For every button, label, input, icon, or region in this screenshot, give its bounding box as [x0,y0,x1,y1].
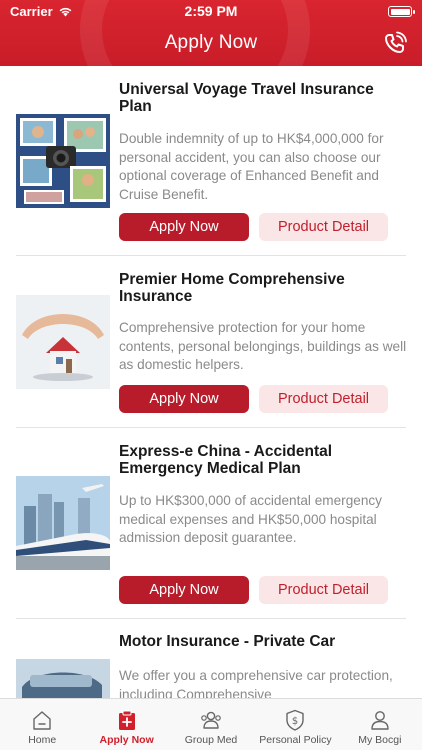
svg-text:$: $ [292,716,298,727]
product-card-china-medical: Express-e China - Accidental Emergency M… [0,428,422,619]
china-transport-image [16,476,110,570]
apply-icon [118,710,135,730]
tab-personal-policy[interactable]: $ Personal Policy [253,699,337,750]
apply-now-button[interactable]: Apply Now [119,213,249,241]
phone-call-icon[interactable] [382,31,408,57]
product-title: Motor Insurance - Private Car [119,633,336,650]
policy-icon: $ [286,709,305,731]
product-list[interactable]: Universal Voyage Travel Insurance Plan D… [0,66,422,698]
apply-now-button[interactable]: Apply Now [119,385,249,413]
profile-icon [371,711,389,730]
battery-icon [388,6,415,17]
product-detail-button[interactable]: Product Detail [259,385,388,413]
tab-apply-now[interactable]: Apply Now [84,699,168,750]
product-description: Up to HK$300,000 of accidental emergency… [119,493,382,545]
product-card-home: Premier Home Comprehensive Insurance Com… [0,256,422,428]
tab-label: Group Med [184,734,238,746]
group-icon [201,711,221,729]
product-description: Comprehensive protection for your home c… [119,320,407,372]
status-time: 2:59 PM [184,3,238,19]
travel-photos-image [16,114,110,208]
motor-car-image [16,659,110,698]
product-description: Double indemnity of up to HK$4,000,000 f… [119,131,384,202]
tab-label: Home [28,734,57,746]
product-description: We offer you a comprehensive car protect… [119,668,393,698]
tab-home[interactable]: Home [0,699,84,750]
bottom-tab-bar: Home Apply Now Group Med $ Personal Poli… [0,698,422,750]
product-title: Express-e China - Accidental Emergency M… [119,443,333,477]
product-card-travel: Universal Voyage Travel Insurance Plan D… [0,66,422,256]
tab-my-bocgi[interactable]: My Bocgi [338,699,422,750]
product-title: Universal Voyage Travel Insurance Plan [119,81,374,115]
tab-label: Personal Policy [259,734,332,746]
app-header: Carrier 2:59 PM Apply Now [0,0,422,66]
product-detail-button[interactable]: Product Detail [259,213,388,241]
page-title: Apply Now [164,32,258,53]
tab-label: Apply Now [99,734,154,746]
status-bar: Carrier 2:59 PM [0,0,422,22]
product-title: Premier Home Comprehensive Insurance [119,271,345,305]
apply-now-button[interactable]: Apply Now [119,576,249,604]
home-protection-image [16,295,110,389]
home-icon [33,711,51,730]
product-card-motor: Motor Insurance - Private Car We offer y… [0,619,422,698]
tab-label: My Bocgi [358,734,402,746]
product-detail-button[interactable]: Product Detail [259,576,388,604]
tab-group-med[interactable]: Group Med [169,699,253,750]
